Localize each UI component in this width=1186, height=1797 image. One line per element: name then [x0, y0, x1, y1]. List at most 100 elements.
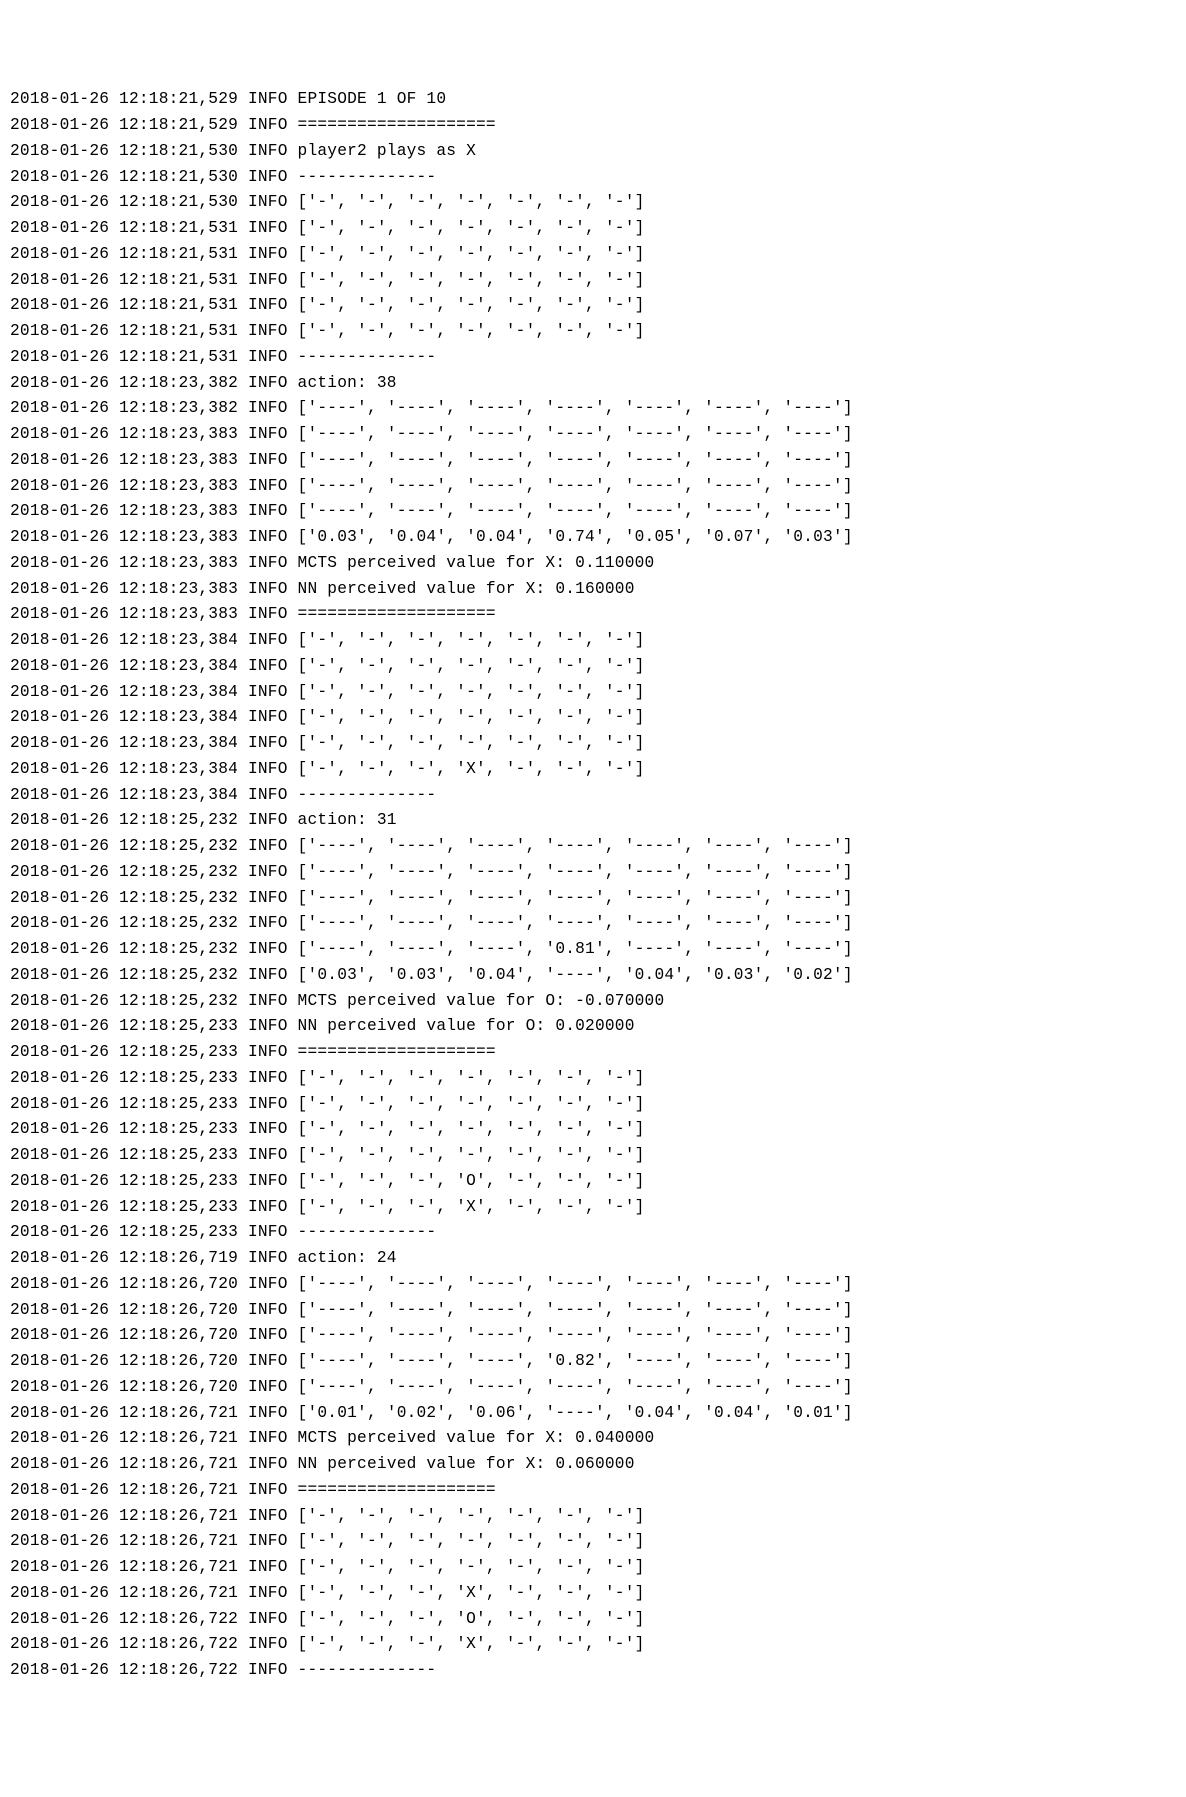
log-timestamp: 2018-01-26 12:18:26,722 [10, 1661, 238, 1679]
log-line: 2018-01-26 12:18:23,383 INFO ['----', '-… [10, 448, 1176, 474]
log-timestamp: 2018-01-26 12:18:25,232 [10, 863, 238, 881]
log-line: 2018-01-26 12:18:23,384 INFO -----------… [10, 783, 1176, 809]
log-timestamp: 2018-01-26 12:18:25,233 [10, 1017, 238, 1035]
log-message: ['-', '-', '-', 'X', '-', '-', '-'] [298, 1584, 645, 1602]
log-timestamp: 2018-01-26 12:18:21,529 [10, 116, 238, 134]
log-message: ['----', '----', '----', '----', '----',… [298, 863, 853, 881]
log-message: ['-', '-', '-', 'X', '-', '-', '-'] [298, 1635, 645, 1653]
log-message: ['-', '-', '-', '-', '-', '-', '-'] [298, 1069, 645, 1087]
log-message: ['----', '----', '----', '0.81', '----',… [298, 940, 853, 958]
log-message: MCTS perceived value for O: -0.070000 [298, 992, 665, 1010]
log-message: ['----', '----', '----', '----', '----',… [298, 1326, 853, 1344]
log-timestamp: 2018-01-26 12:18:21,531 [10, 219, 238, 237]
log-line: 2018-01-26 12:18:23,384 INFO ['-', '-', … [10, 628, 1176, 654]
log-message: ['-', '-', '-', '-', '-', '-', '-'] [298, 1507, 645, 1525]
log-message: ['-', '-', '-', '-', '-', '-', '-'] [298, 734, 645, 752]
log-level: INFO [248, 1120, 288, 1138]
log-level: INFO [248, 219, 288, 237]
log-message: ['-', '-', '-', '-', '-', '-', '-'] [298, 219, 645, 237]
log-level: INFO [248, 1635, 288, 1653]
log-timestamp: 2018-01-26 12:18:25,233 [10, 1120, 238, 1138]
log-message: ['-', '-', '-', '-', '-', '-', '-'] [298, 245, 645, 263]
log-line: 2018-01-26 12:18:25,233 INFO ===========… [10, 1040, 1176, 1066]
log-timestamp: 2018-01-26 12:18:21,529 [10, 90, 238, 108]
log-level: INFO [248, 1378, 288, 1396]
log-level: INFO [248, 322, 288, 340]
log-timestamp: 2018-01-26 12:18:25,232 [10, 914, 238, 932]
log-timestamp: 2018-01-26 12:18:21,531 [10, 348, 238, 366]
log-level: INFO [248, 914, 288, 932]
log-message: action: 24 [298, 1249, 397, 1267]
log-level: INFO [248, 348, 288, 366]
log-level: INFO [248, 1017, 288, 1035]
log-line: 2018-01-26 12:18:25,233 INFO ['-', '-', … [10, 1066, 1176, 1092]
log-timestamp: 2018-01-26 12:18:26,721 [10, 1507, 238, 1525]
log-timestamp: 2018-01-26 12:18:26,721 [10, 1455, 238, 1473]
log-line: 2018-01-26 12:18:23,383 INFO NN perceive… [10, 577, 1176, 603]
log-message: ['-', '-', '-', '-', '-', '-', '-'] [298, 296, 645, 314]
log-message: ['----', '----', '----', '----', '----',… [298, 502, 853, 520]
log-message: -------------- [298, 348, 437, 366]
log-line: 2018-01-26 12:18:25,232 INFO ['----', '-… [10, 937, 1176, 963]
log-message: ['-', '-', '-', '-', '-', '-', '-'] [298, 1558, 645, 1576]
log-line: 2018-01-26 12:18:23,383 INFO ['----', '-… [10, 474, 1176, 500]
log-timestamp: 2018-01-26 12:18:26,721 [10, 1429, 238, 1447]
log-message: action: 38 [298, 374, 397, 392]
log-line: 2018-01-26 12:18:23,384 INFO ['-', '-', … [10, 654, 1176, 680]
log-line: 2018-01-26 12:18:23,383 INFO ['----', '-… [10, 422, 1176, 448]
log-message: NN perceived value for X: 0.160000 [298, 580, 635, 598]
log-message: ['0.03', '0.04', '0.04', '0.74', '0.05',… [298, 528, 853, 546]
log-message: ['-', '-', '-', '-', '-', '-', '-'] [298, 657, 645, 675]
log-level: INFO [248, 1172, 288, 1190]
log-level: INFO [248, 399, 288, 417]
log-level: INFO [248, 142, 288, 160]
log-line: 2018-01-26 12:18:26,722 INFO ['-', '-', … [10, 1607, 1176, 1633]
log-message: ==================== [298, 605, 496, 623]
log-level: INFO [248, 837, 288, 855]
log-level: INFO [248, 116, 288, 134]
log-line: 2018-01-26 12:18:21,531 INFO ['-', '-', … [10, 268, 1176, 294]
log-timestamp: 2018-01-26 12:18:21,531 [10, 322, 238, 340]
log-timestamp: 2018-01-26 12:18:25,232 [10, 966, 238, 984]
log-message: ['-', '-', '-', '-', '-', '-', '-'] [298, 1532, 645, 1550]
log-line: 2018-01-26 12:18:26,722 INFO -----------… [10, 1658, 1176, 1684]
log-timestamp: 2018-01-26 12:18:25,233 [10, 1172, 238, 1190]
log-timestamp: 2018-01-26 12:18:23,383 [10, 451, 238, 469]
log-level: INFO [248, 451, 288, 469]
log-level: INFO [248, 786, 288, 804]
log-timestamp: 2018-01-26 12:18:26,720 [10, 1275, 238, 1293]
log-level: INFO [248, 1198, 288, 1216]
log-level: INFO [248, 734, 288, 752]
log-line: 2018-01-26 12:18:23,384 INFO ['-', '-', … [10, 757, 1176, 783]
log-message: -------------- [298, 1661, 437, 1679]
log-message: ['----', '----', '----', '----', '----',… [298, 477, 853, 495]
log-message: ['-', '-', '-', '-', '-', '-', '-'] [298, 1095, 645, 1113]
log-timestamp: 2018-01-26 12:18:26,722 [10, 1610, 238, 1628]
log-level: INFO [248, 580, 288, 598]
log-level: INFO [248, 296, 288, 314]
log-line: 2018-01-26 12:18:21,530 INFO player2 pla… [10, 139, 1176, 165]
log-message: ['----', '----', '----', '----', '----',… [298, 914, 853, 932]
log-timestamp: 2018-01-26 12:18:26,719 [10, 1249, 238, 1267]
log-level: INFO [248, 889, 288, 907]
log-level: INFO [248, 1352, 288, 1370]
log-line: 2018-01-26 12:18:26,720 INFO ['----', '-… [10, 1272, 1176, 1298]
log-level: INFO [248, 657, 288, 675]
log-line: 2018-01-26 12:18:25,233 INFO -----------… [10, 1220, 1176, 1246]
log-level: INFO [248, 245, 288, 263]
log-timestamp: 2018-01-26 12:18:21,530 [10, 168, 238, 186]
log-line: 2018-01-26 12:18:21,530 INFO -----------… [10, 165, 1176, 191]
log-level: INFO [248, 1558, 288, 1576]
log-message: ['-', '-', '-', 'X', '-', '-', '-'] [298, 760, 645, 778]
log-message: ['----', '----', '----', '----', '----',… [298, 1378, 853, 1396]
log-message: ['-', '-', '-', 'O', '-', '-', '-'] [298, 1610, 645, 1628]
log-message: ['-', '-', '-', 'X', '-', '-', '-'] [298, 1198, 645, 1216]
log-line: 2018-01-26 12:18:26,721 INFO NN perceive… [10, 1452, 1176, 1478]
log-line: 2018-01-26 12:18:26,720 INFO ['----', '-… [10, 1375, 1176, 1401]
log-message: ==================== [298, 116, 496, 134]
log-line: 2018-01-26 12:18:21,531 INFO ['-', '-', … [10, 293, 1176, 319]
log-timestamp: 2018-01-26 12:18:25,232 [10, 940, 238, 958]
log-timestamp: 2018-01-26 12:18:25,232 [10, 837, 238, 855]
log-timestamp: 2018-01-26 12:18:23,383 [10, 502, 238, 520]
log-message: ==================== [298, 1043, 496, 1061]
